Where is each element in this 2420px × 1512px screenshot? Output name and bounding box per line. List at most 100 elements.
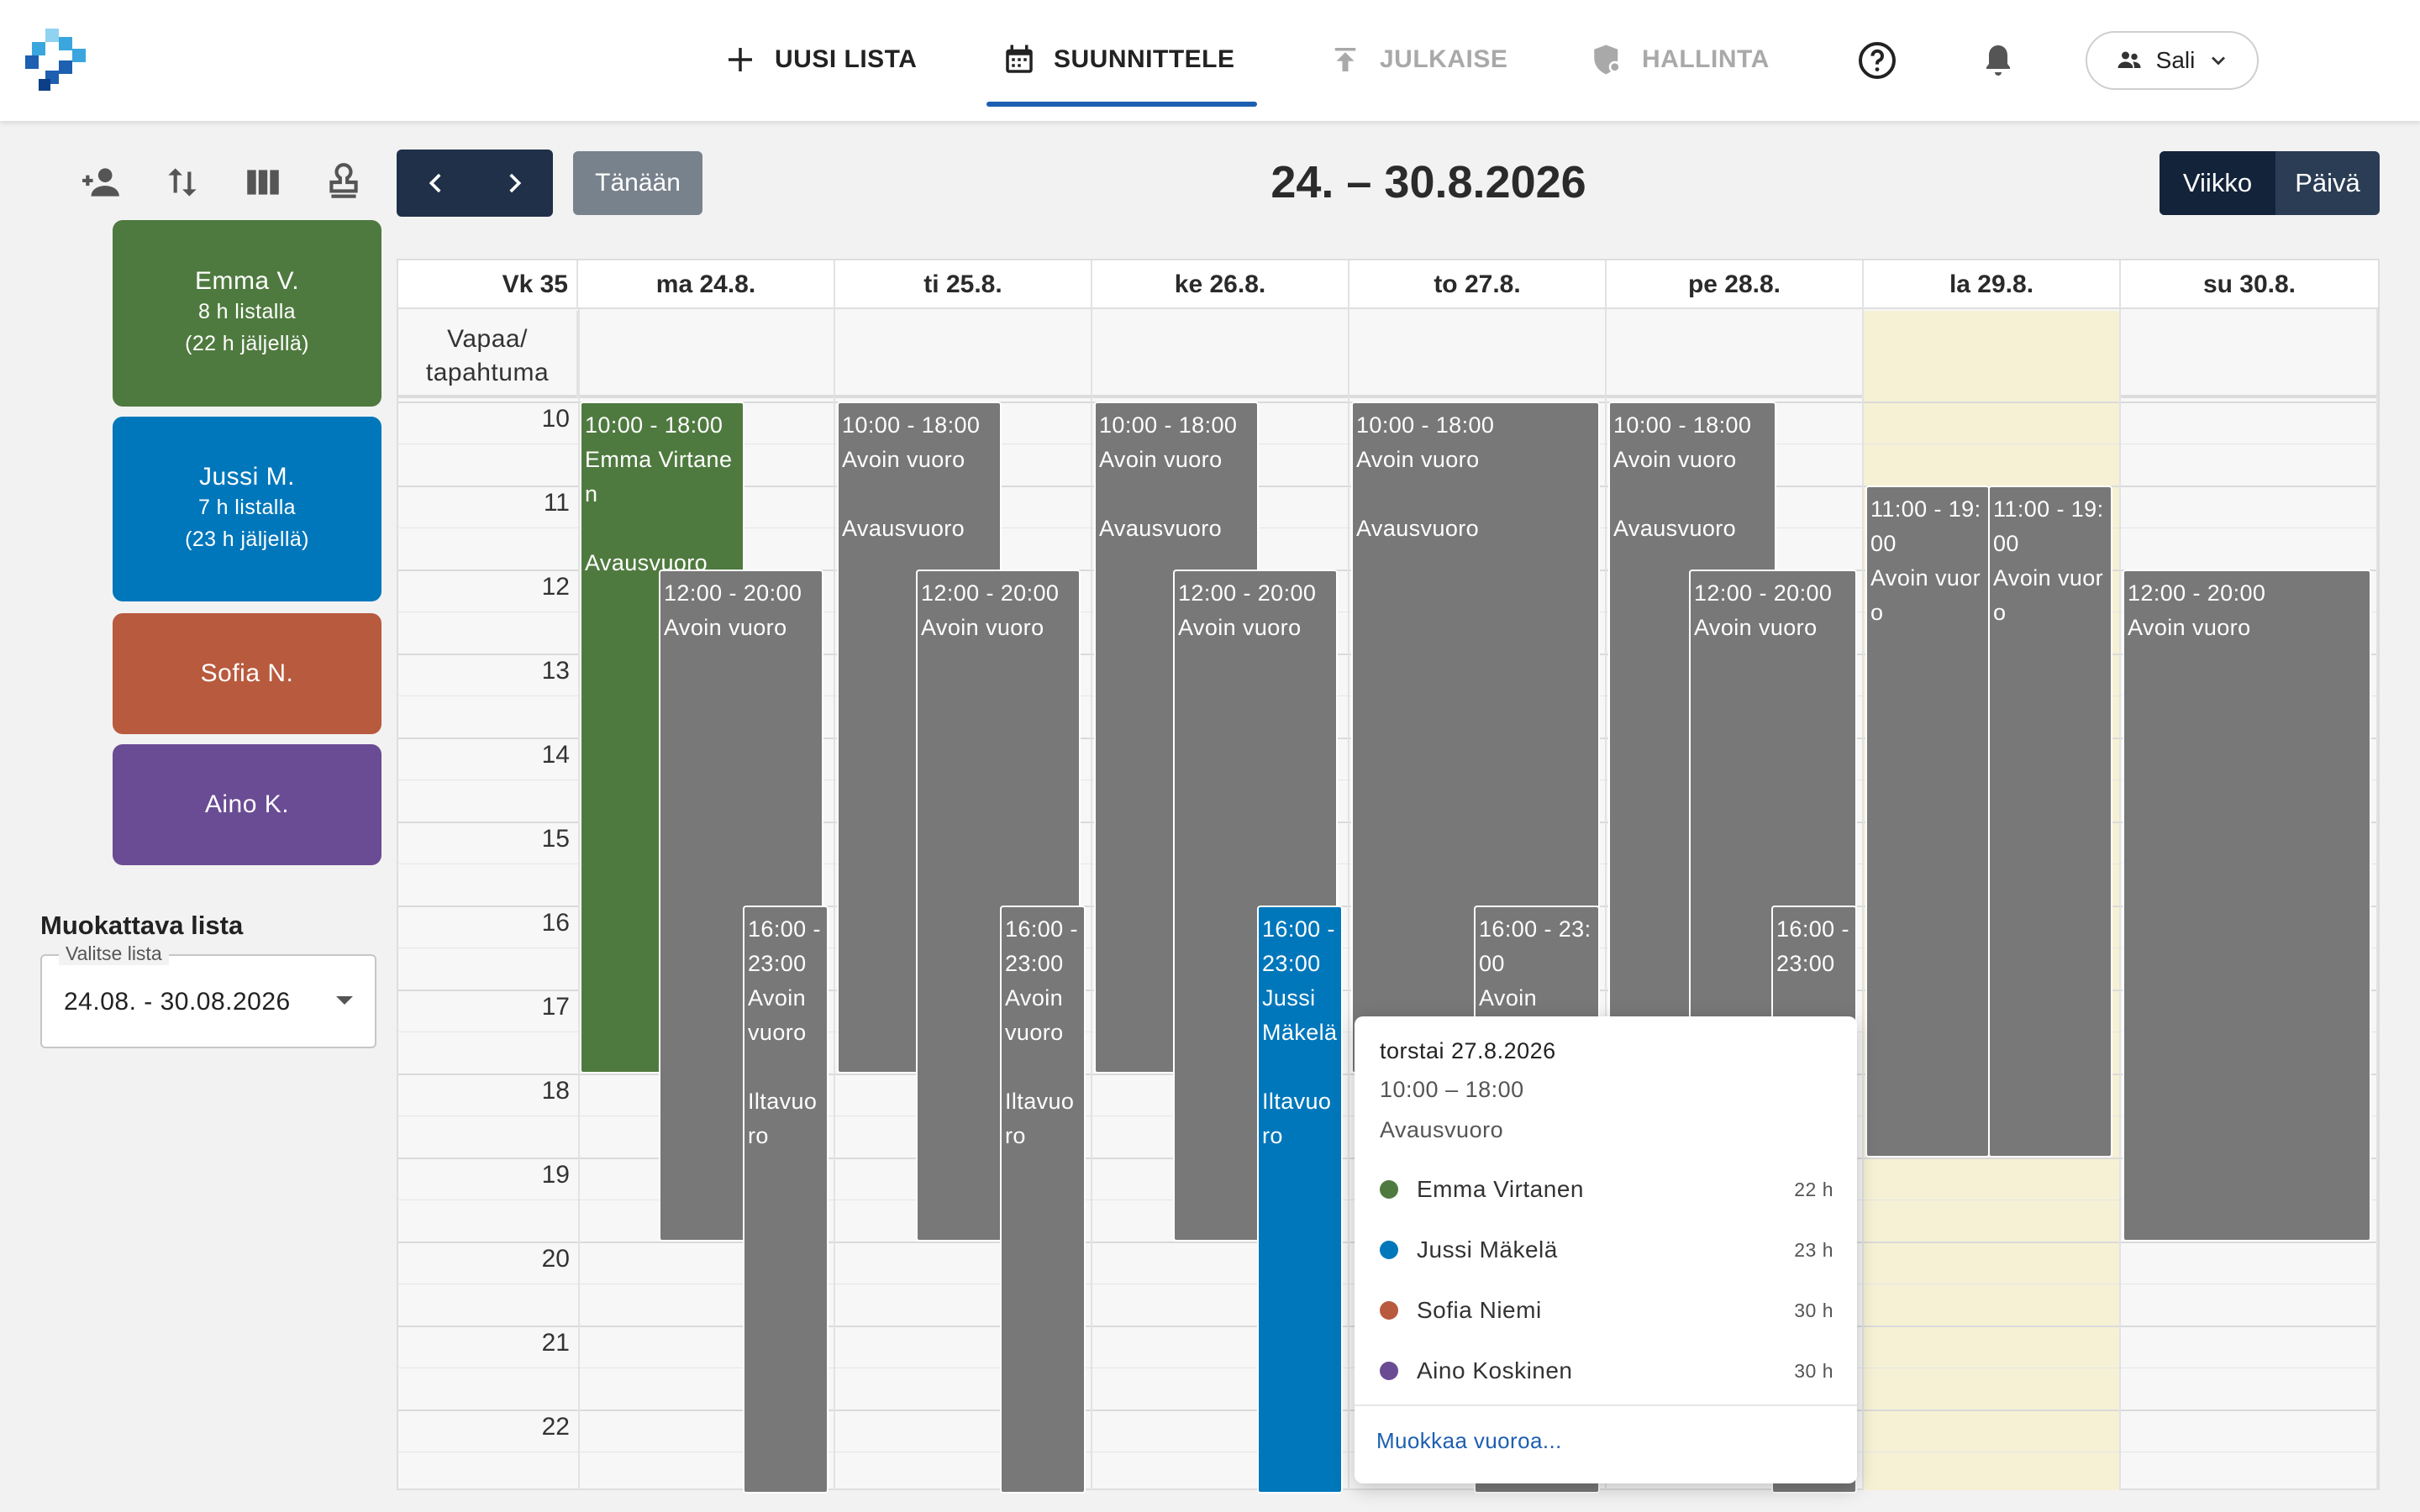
columns-icon[interactable] [242, 161, 284, 203]
popover-employee-name: Sofia Niemi [1417, 1297, 1542, 1323]
employee-name: Emma V. [194, 267, 300, 295]
employee-color-dot [1380, 1180, 1398, 1199]
edit-shift-link[interactable]: Muokkaa vuoroa... [1376, 1428, 1562, 1454]
employee-card-aino[interactable]: Aino K. [113, 744, 381, 865]
shift-time: 11:00 - 19:00 [1993, 496, 2104, 556]
sort-icon[interactable] [161, 161, 203, 203]
day-header[interactable]: ti 25.8. [835, 260, 1092, 309]
day-header[interactable]: la 29.8. [1864, 260, 2121, 309]
add-person-icon[interactable] [81, 161, 123, 203]
hour-label: 20 [541, 1245, 570, 1273]
view-day-button[interactable]: Päivä [2275, 151, 2380, 215]
day-header[interactable]: su 30.8. [2121, 260, 2378, 309]
view-week-button[interactable]: Viikko [2160, 151, 2275, 215]
shift-time: 16:00 - 23:00 [1262, 916, 1335, 976]
employee-color-dot [1380, 1241, 1398, 1259]
chevron-right-icon [508, 173, 521, 193]
upload-icon [1334, 48, 1356, 71]
active-tab-indicator [986, 102, 1257, 107]
shift-time: 12:00 - 20:00 [1178, 580, 1317, 606]
nav-publish-label: JULKAISE [1380, 45, 1508, 73]
hour-label: 11 [543, 489, 570, 517]
shift-time: 12:00 - 20:00 [664, 580, 802, 606]
shift-time: 12:00 - 20:00 [921, 580, 1060, 606]
employee-color-dot [1380, 1362, 1398, 1380]
employee-card-sofia[interactable]: Sofia N. [113, 613, 381, 734]
shift-title: Avoin [1479, 985, 1538, 1011]
day-header[interactable]: ke 26.8. [1092, 260, 1349, 309]
prev-week-button[interactable] [397, 150, 475, 217]
list-select[interactable]: Valitse lista 24.08. - 30.08.2026 [40, 942, 376, 1048]
shift-note: Iltavuoro [1005, 1089, 1075, 1148]
popover-employee-option[interactable]: Emma Virtanen 22 h [1380, 1173, 1833, 1206]
employee-remaining: (22 h jäljellä) [185, 332, 309, 355]
location-selector[interactable]: Sali [2086, 31, 2259, 90]
day-column-line [1348, 309, 1349, 1490]
chevron-left-icon [429, 173, 441, 193]
shift-note: Avausvuoro [842, 516, 965, 541]
shift-time: 10:00 - 18:00 [1613, 412, 1752, 438]
stamp-icon[interactable] [323, 161, 365, 203]
shift-note: Iltavuoro [1262, 1089, 1332, 1148]
shift-event[interactable]: 16:00 - 23:00 Avoin vuoro Iltavuoro [743, 906, 829, 1494]
day-column-line [2376, 309, 2378, 1490]
day-column-line [1862, 309, 1864, 1490]
shift-event[interactable]: 11:00 - 19:00 Avoin vuoro [1988, 486, 2112, 1158]
day-header[interactable]: to 27.8. [1349, 260, 1607, 309]
all-day-label-line2: tapahtuma [425, 359, 550, 386]
nav-admin[interactable]: HALLINTA [1590, 32, 1770, 87]
help-icon[interactable] [1857, 40, 1897, 81]
employee-name: Sofia N. [200, 659, 294, 687]
shift-title: Avoin vuoro [664, 615, 787, 640]
next-week-button[interactable] [475, 150, 553, 217]
shift-title: Avoin vuoro [1005, 985, 1064, 1045]
shift-event[interactable]: 16:00 - 23:00 Avoin vuoro Iltavuoro [1000, 906, 1086, 1494]
today-button[interactable]: Tänään [573, 151, 702, 215]
shift-event[interactable]: 12:00 - 20:00 Avoin vuoro [2123, 570, 2371, 1242]
hour-label: 22 [541, 1413, 570, 1441]
shift-event[interactable]: 16:00 - 23:00 Jussi Mäkelä Iltavuoro [1257, 906, 1343, 1494]
nav-plan[interactable]: SUUNNITTELE [1002, 32, 1235, 87]
employee-hours: 7 h listalla [198, 496, 296, 519]
nav-plan-label: SUUNNITTELE [1054, 45, 1235, 73]
popover-employee-name: Jussi Mäkelä [1417, 1236, 1558, 1263]
chevron-down-icon [2212, 56, 2226, 66]
shift-note: Avausvuoro [1356, 516, 1480, 541]
list-panel-title: Muokattava lista [40, 911, 244, 940]
popover-employee-option[interactable]: Jussi Mäkelä 23 h [1380, 1233, 1833, 1267]
shift-title: Avoin vuoro [1613, 447, 1737, 472]
popover-time: 10:00 – 18:00 [1380, 1077, 1524, 1102]
employee-remaining: (23 h jäljellä) [185, 528, 309, 551]
app-logo[interactable] [25, 29, 89, 92]
bell-icon[interactable] [1978, 40, 2018, 81]
day-header[interactable]: ma 24.8. [578, 260, 835, 309]
shift-note: Iltavuoro [748, 1089, 818, 1148]
employee-card-jussi[interactable]: Jussi M. 7 h listalla (23 h jäljellä) [113, 417, 381, 601]
popover-employee-option[interactable]: Sofia Niemi 30 h [1380, 1294, 1833, 1327]
shift-title: Avoin vuoro [1099, 447, 1223, 472]
hour-label: 15 [541, 825, 570, 853]
nav-new-list[interactable]: UUSI LISTA [723, 32, 917, 87]
hour-label: 13 [541, 657, 570, 685]
nav-publish[interactable]: JULKAISE [1328, 32, 1507, 87]
shift-event[interactable]: 11:00 - 19:00 Avoin vuoro [1865, 486, 1990, 1158]
shift-title: Avoin vuoro [842, 447, 965, 472]
hour-label: 16 [541, 909, 570, 937]
popover-employee-hours: 23 h [1794, 1238, 1833, 1261]
employee-hours: 8 h listalla [198, 300, 296, 323]
popover-employee-name: Emma Virtanen [1417, 1176, 1584, 1202]
shield-gear-icon [1594, 45, 1621, 75]
shift-time: 16:00 - 23:00 [1776, 916, 1849, 976]
shift-title: Avoin vuoro [1993, 565, 2104, 625]
shift-title: Emma Virtanen [585, 447, 733, 507]
popover-divider [1355, 1404, 1857, 1406]
employee-card-emma[interactable]: Emma V. 8 h listalla (22 h jäljellä) [113, 220, 381, 407]
day-header[interactable]: pe 28.8. [1607, 260, 1864, 309]
shift-time: 11:00 - 19:00 [1870, 496, 1981, 556]
popover-employee-option[interactable]: Aino Koskinen 30 h [1380, 1354, 1833, 1388]
top-bar: UUSI LISTA SUUNNITTELE JULKAISE HALLINTA [0, 0, 2420, 121]
shift-note: Avausvuoro [1613, 516, 1737, 541]
date-navigation [397, 150, 553, 217]
hour-label: 18 [541, 1077, 570, 1105]
hour-label: 17 [541, 993, 570, 1021]
